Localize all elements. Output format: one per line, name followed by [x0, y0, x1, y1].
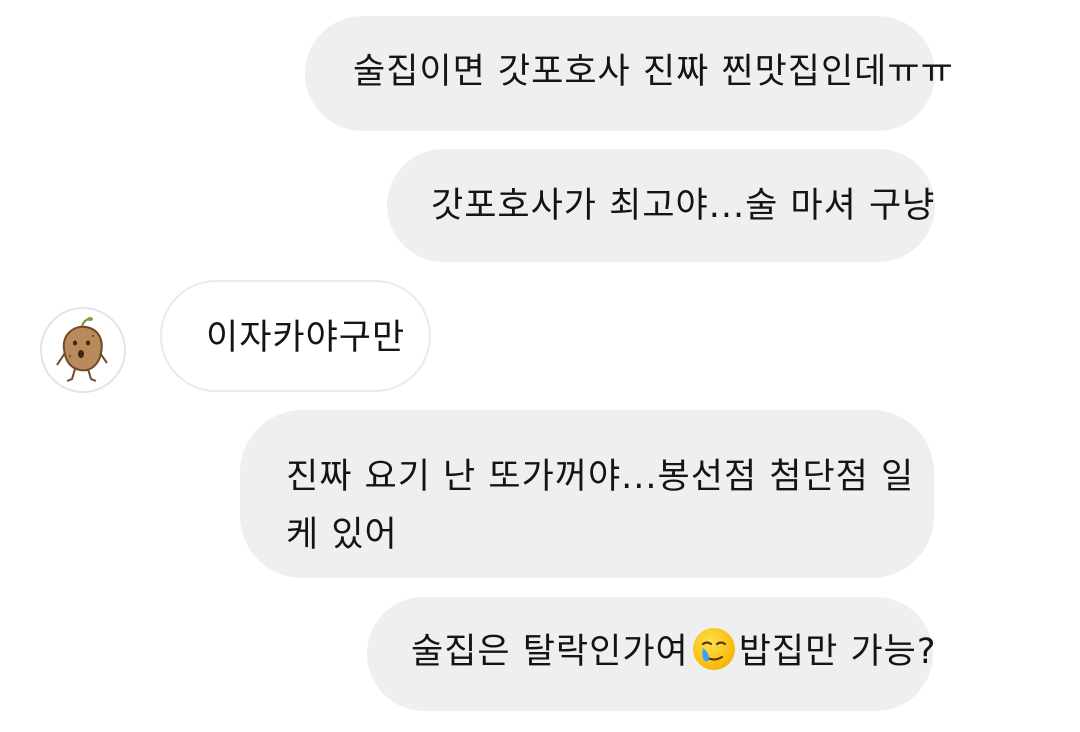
face-holding-back-tears-icon — [692, 628, 735, 670]
message-bubble-outgoing[interactable]: 진짜 요기 난 또가꺼야...봉선점 첨단점 일케 있어 — [240, 410, 934, 578]
message-text: 술집은 탈락인가여 — [411, 632, 689, 672]
message-text: 밥집만 가능? — [738, 632, 937, 672]
chat-thread: 술집이면 갓포호사 진짜 찐맛집인데ㅠㅠ 갓포호사가 최고야...술 마셔 구냥… — [0, 0, 1080, 732]
message-text: 진짜 요기 난 또가꺼야...봉선점 첨단점 일케 있어 — [286, 457, 915, 555]
message-bubble-incoming[interactable]: 이자카야구만 — [160, 280, 431, 392]
message-bubble-outgoing[interactable]: 갓포호사가 최고야...술 마셔 구냥 — [387, 149, 935, 262]
message-text: 갓포호사가 최고야...술 마셔 구냥 — [431, 186, 936, 226]
message-bubble-outgoing[interactable]: 술집은 탈락인가여 밥집만 가능? — [367, 597, 935, 711]
potato-character-icon — [56, 317, 108, 382]
message-bubble-outgoing[interactable]: 술집이면 갓포호사 진짜 찐맛집인데ㅠㅠ — [305, 16, 954, 131]
avatar[interactable] — [40, 307, 126, 393]
message-text: 술집이면 갓포호사 진짜 찐맛집인데ㅠㅠ — [353, 52, 954, 92]
message-text: 이자카야구만 — [206, 318, 406, 358]
